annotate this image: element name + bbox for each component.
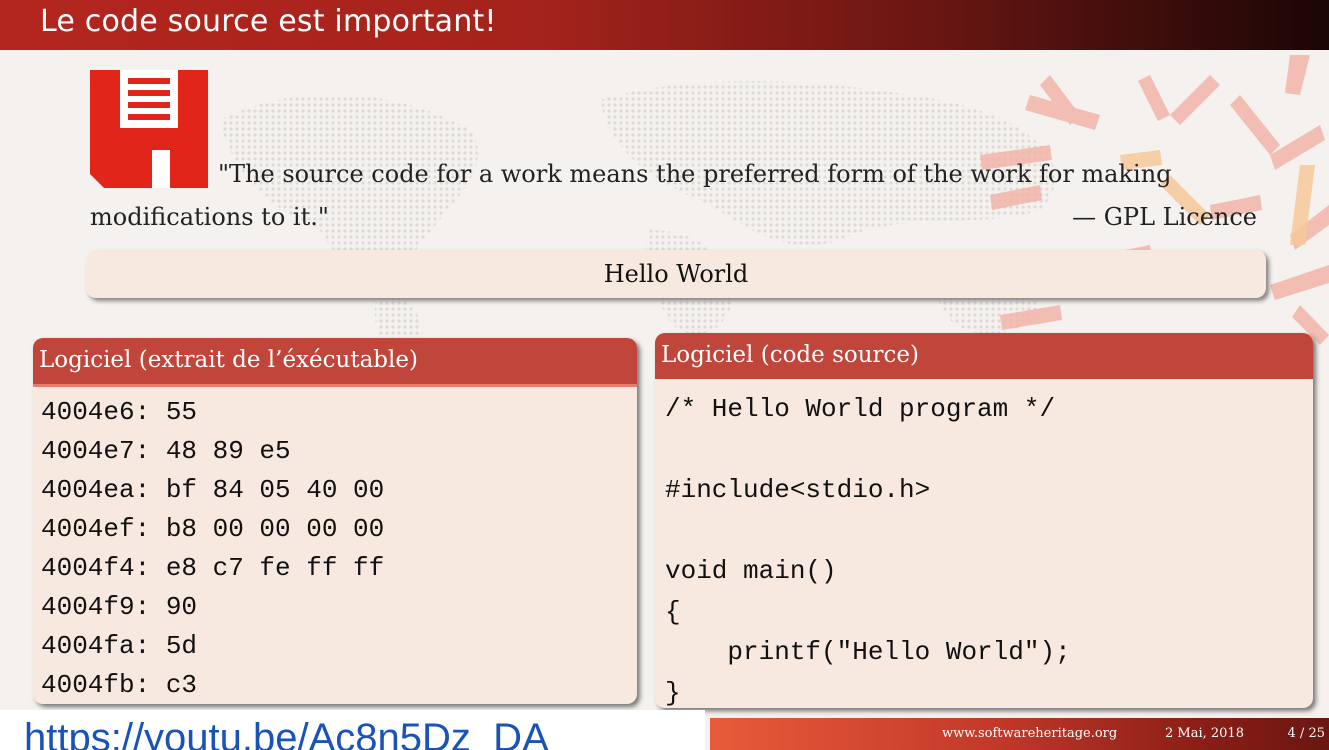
hello-world-label: Hello World xyxy=(603,260,749,288)
quote-line-2: modifications to it." xyxy=(90,203,329,231)
video-link[interactable]: https://youtu.be/Ac8n5Dz_DA xyxy=(24,716,549,750)
hex-line: 4004e7: 48 89 e5 xyxy=(41,436,291,466)
code-line: } xyxy=(665,677,681,708)
hex-line: 4004ef: b8 00 00 00 00 xyxy=(41,514,385,544)
floppy-disk-icon xyxy=(90,70,208,188)
footer-site: www.softwareheritage.org xyxy=(942,726,1118,741)
hello-world-box: Hello World xyxy=(86,250,1266,298)
executable-code: 4004e6: 55 4004e7: 48 89 e5 4004ea: bf 84 … xyxy=(33,387,637,704)
slide-footer: www.softwareheritage.org 2 Mai, 2018 4 /… xyxy=(710,718,1329,750)
code-line: { xyxy=(665,596,681,627)
hex-line: 4004ea: bf 84 05 40 00 xyxy=(41,475,385,505)
footer-page-number: 4 / 25 xyxy=(1287,726,1325,741)
slide-title: Le code source est important! xyxy=(40,4,497,39)
footer-date: 2 Mai, 2018 xyxy=(1165,726,1244,741)
hex-line: 4004fa: 5d xyxy=(41,631,198,661)
code-line: ​ xyxy=(665,511,1313,552)
code-line: void main() xyxy=(665,556,837,586)
slide-title-bar: Le code source est important! xyxy=(0,0,1329,50)
executable-block-title: Logiciel (extrait de l’éxécutable) xyxy=(33,338,637,387)
code-line: #include<stdio.h> xyxy=(665,475,931,505)
quote-attribution: — GPL Licence xyxy=(1072,203,1257,231)
code-line: /* Hello World program */ xyxy=(665,394,1056,424)
hex-line: 4004e6: 55 xyxy=(41,397,198,427)
hex-line: 4004fb: c3 xyxy=(41,670,198,700)
executable-block: Logiciel (extrait de l’éxécutable) 4004e… xyxy=(33,338,637,704)
source-code-block-title: Logiciel (code source) xyxy=(655,333,1313,379)
source-code: /* Hello World program */ ​ #include<stdio… xyxy=(655,379,1313,708)
video-link-overlay: https://youtu.be/Ac8n5Dz_DA xyxy=(0,710,705,750)
hex-line: 4004f4: e8 c7 fe ff ff xyxy=(41,553,385,583)
source-code-block: Logiciel (code source) /* Hello World pr… xyxy=(655,333,1313,708)
code-line: ​ xyxy=(665,430,1313,471)
quote-line-1: "The source code for a work means the pr… xyxy=(218,160,1172,188)
code-line: printf("Hello World"); xyxy=(665,637,1071,667)
hex-line: 4004f9: 90 xyxy=(41,592,198,622)
